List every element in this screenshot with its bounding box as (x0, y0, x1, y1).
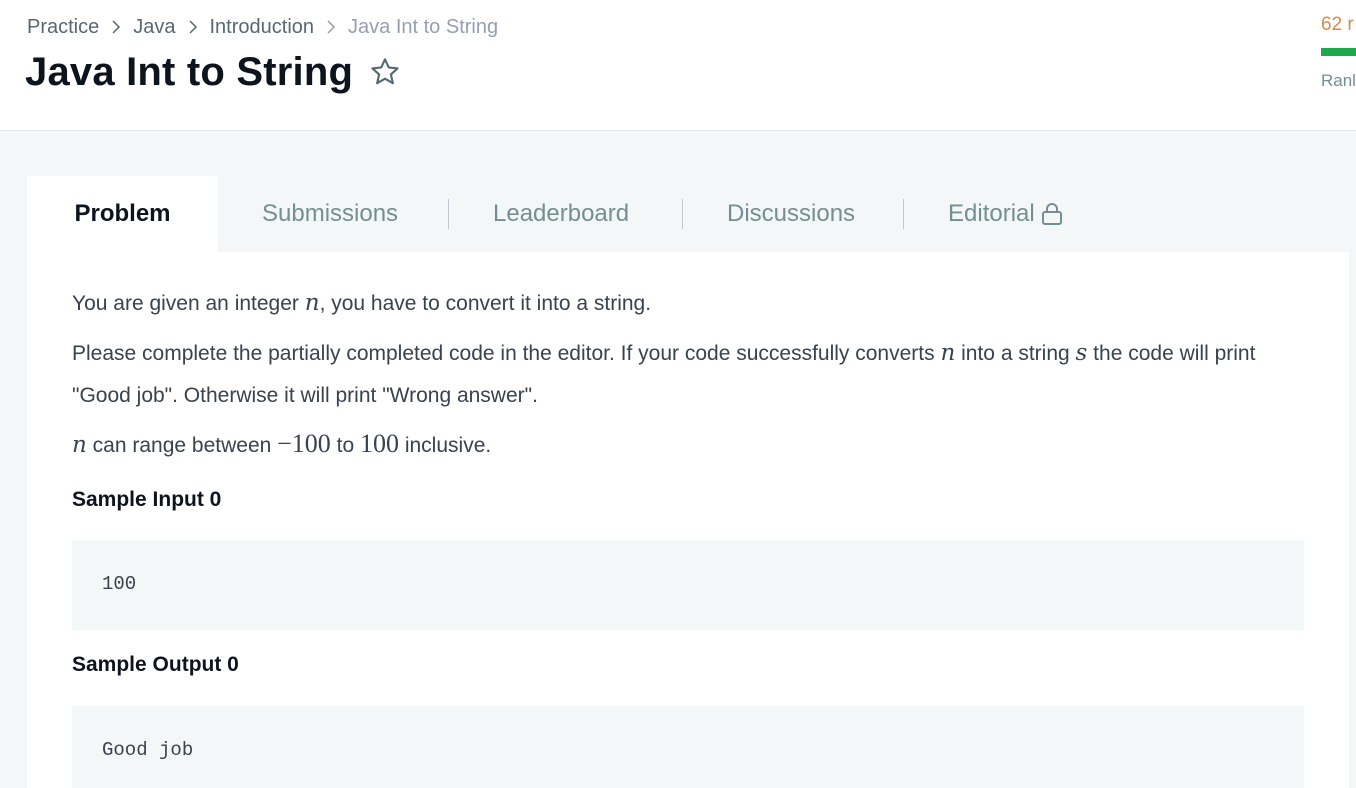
math-max-value: 100 (360, 429, 399, 458)
sample-output-box: Good job (72, 706, 1304, 788)
chevron-right-icon (188, 19, 198, 35)
sample-output-title: Sample Output 0 (72, 653, 239, 676)
score-progress-bar (1321, 48, 1356, 56)
star-icon[interactable] (369, 56, 401, 88)
rank-label: Ranl (1321, 71, 1356, 90)
problem-statement: You are given an integer n, you have to … (27, 252, 1349, 788)
problem-paragraph-1: You are given an integer n, you have to … (72, 290, 652, 316)
tab-leaderboard[interactable]: Leaderboard (493, 176, 629, 252)
sample-input-title: Sample Input 0 (72, 488, 222, 511)
sample-input-box: 100 (72, 540, 1304, 630)
problem-tabs: Problem Submissions Leaderboard Discussi… (27, 176, 1349, 252)
tab-editorial[interactable]: Editorial (948, 176, 1063, 252)
problem-paragraph-2: Please complete the partially completed … (72, 340, 1256, 407)
sample-input-code: 100 (102, 573, 137, 595)
breadcrumb-practice[interactable]: Practice (27, 16, 99, 39)
tab-divider (448, 199, 449, 229)
math-n: n (72, 432, 87, 458)
lock-icon (1041, 202, 1063, 226)
breadcrumb-current: Java Int to String (348, 15, 499, 38)
page-header: Practice Java Introduction Java Int to S… (0, 0, 1356, 131)
math-s: s (1075, 340, 1088, 366)
tab-discussions[interactable]: Discussions (727, 176, 855, 252)
score-points: 62 r (1321, 14, 1354, 35)
problem-paragraph-3: n can range between −100 to 100 inclusiv… (72, 429, 492, 458)
breadcrumb-java[interactable]: Java (133, 16, 175, 39)
tab-divider (682, 199, 683, 229)
tab-editorial-label: Editorial (948, 200, 1035, 227)
breadcrumb-introduction[interactable]: Introduction (210, 16, 315, 39)
title-row: Java Int to String (25, 46, 401, 98)
tab-problem[interactable]: Problem (27, 176, 218, 252)
tab-divider (903, 199, 904, 229)
chevron-right-icon (111, 19, 121, 35)
breadcrumb: Practice Java Introduction Java Int to S… (27, 14, 498, 40)
sample-output-code: Good job (102, 739, 194, 761)
math-n: n (304, 290, 320, 316)
tab-submissions[interactable]: Submissions (262, 176, 398, 252)
page-title: Java Int to String (25, 49, 354, 94)
chevron-right-icon (326, 19, 336, 35)
math-n: n (940, 340, 956, 366)
math-min-value: −100 (277, 429, 331, 458)
